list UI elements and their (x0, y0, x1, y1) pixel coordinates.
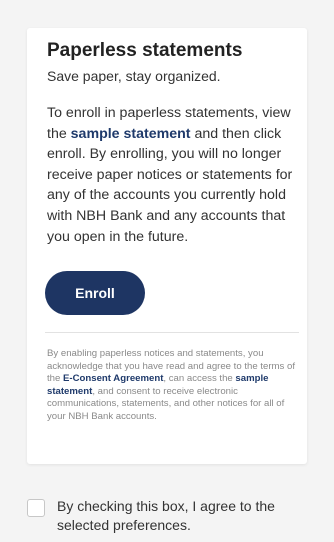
description-text-end: and then click enroll. By enrolling, you… (47, 125, 293, 245)
sample-statement-link[interactable]: sample statement (71, 126, 191, 142)
card-title: Paperless statements (47, 40, 243, 61)
card-subtitle: Save paper, stay organized. (47, 68, 221, 84)
legal-text-part-2: , can access the (163, 373, 236, 384)
enrollment-description: To enroll in paperless statements, view … (47, 103, 299, 247)
consent-checkbox[interactable] (27, 499, 45, 517)
enroll-button[interactable]: Enroll (45, 271, 145, 315)
legal-disclaimer: By enabling paperless notices and statem… (47, 348, 301, 423)
paperless-statements-card: Paperless statements Save paper, stay or… (27, 28, 307, 464)
consent-checkbox-row[interactable]: By checking this box, I agree to the sel… (27, 497, 317, 537)
consent-label: By checking this box, I agree to the sel… (57, 498, 275, 533)
e-consent-agreement-link[interactable]: E-Consent Agreement (63, 373, 163, 384)
divider (45, 332, 299, 333)
